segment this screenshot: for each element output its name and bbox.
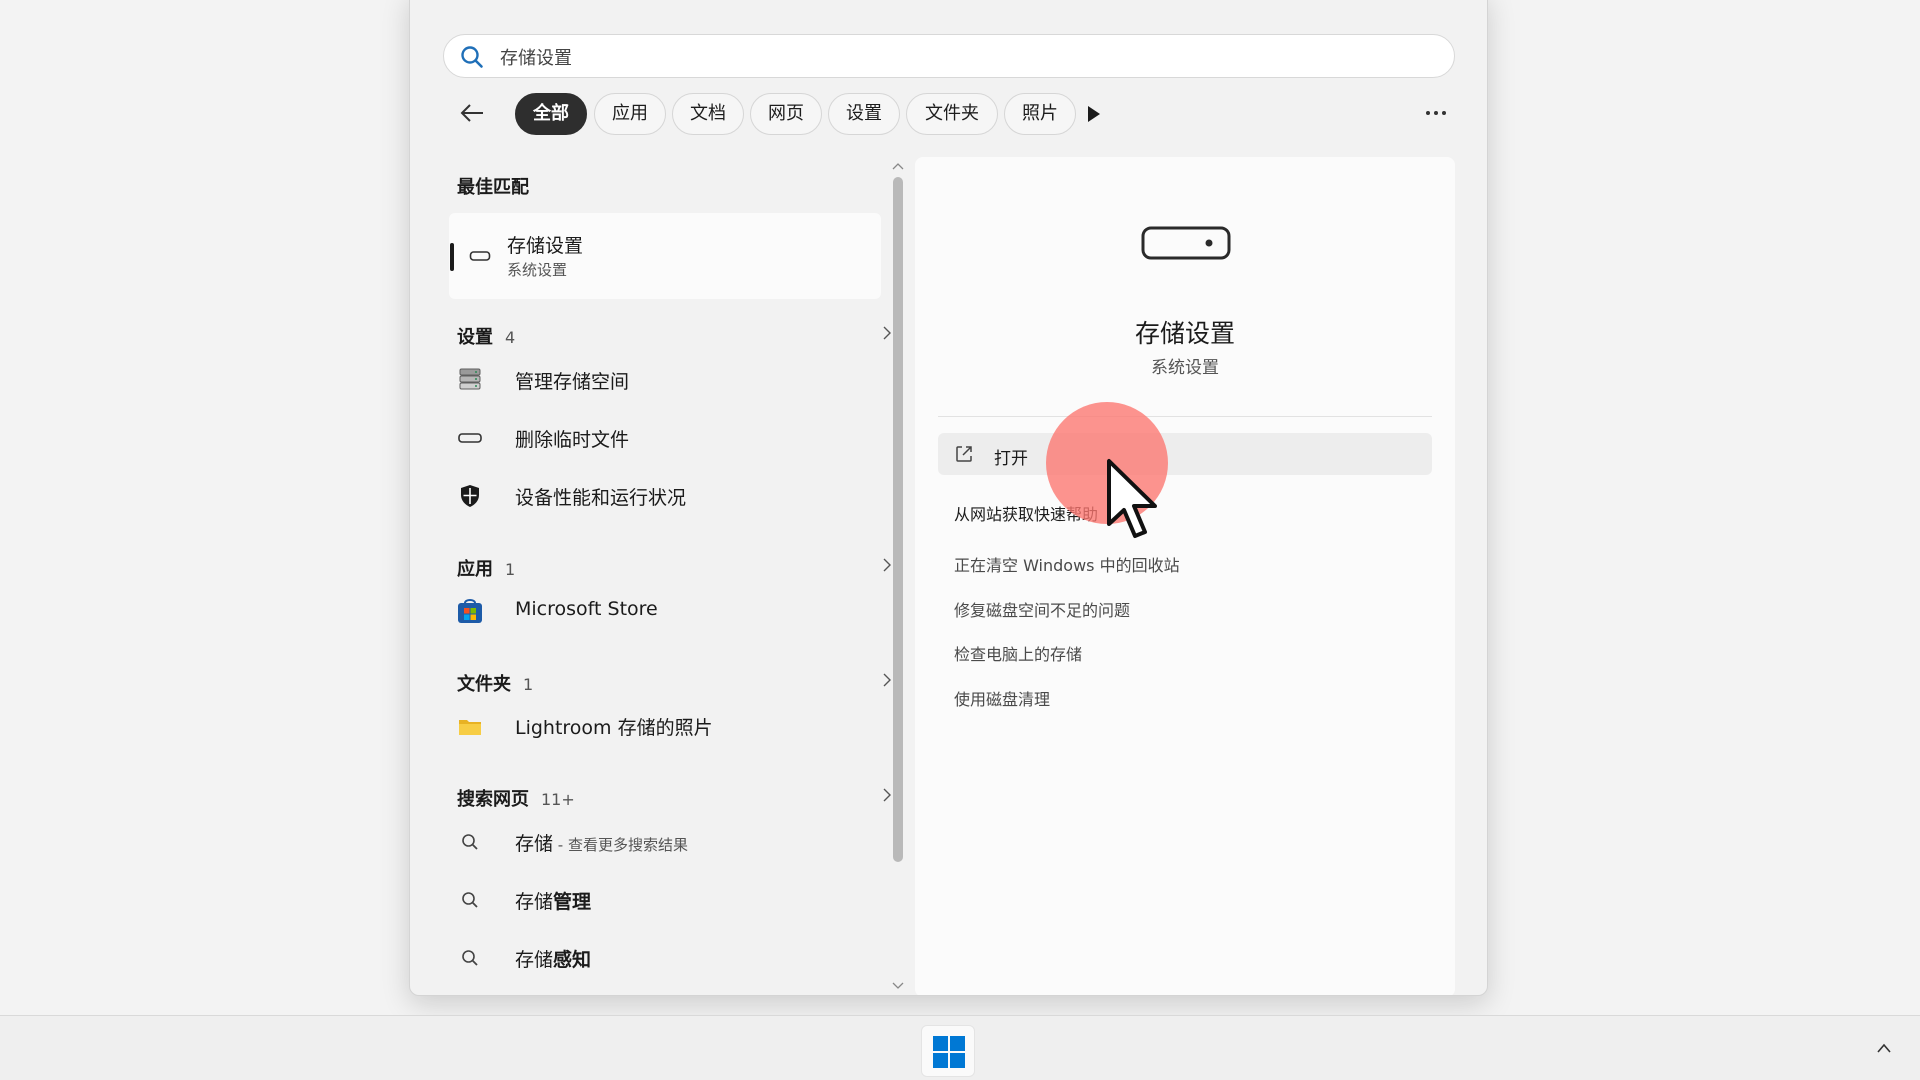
search-panel: 全部 应用 文档 网页 设置 文件夹 照片 最佳匹配 存储设置 系统设置 设置4 [409, 0, 1488, 996]
shield-icon [461, 485, 479, 507]
web-suggestion[interactable]: 存储管理 [456, 876, 881, 924]
list-item-label: 管理存储空间 [515, 371, 630, 393]
open-external-icon [956, 446, 972, 462]
query-text: 存储 [515, 833, 554, 855]
section-header-web[interactable]: 搜索网页 11+ [457, 785, 575, 811]
list-item[interactable]: Lightroom 存储的照片 [456, 702, 881, 750]
section-count: 1 [523, 675, 534, 694]
section-count: 11+ [541, 790, 575, 809]
list-item-label: 删除临时文件 [515, 429, 630, 451]
list-item-label: 设备性能和运行状况 [515, 487, 687, 509]
list-item[interactable]: 设备性能和运行状况 [456, 472, 881, 520]
filter-chip-documents[interactable]: 文档 [672, 93, 744, 135]
section-header-folders[interactable]: 文件夹 1 [457, 670, 533, 696]
preview-title: 存储设置 [1134, 319, 1235, 348]
filter-chip-all[interactable]: 全部 [515, 93, 587, 135]
help-link[interactable]: 正在清空 Windows 中的回收站 [954, 552, 1180, 576]
filter-chip-apps[interactable]: 应用 [594, 93, 666, 135]
start-button[interactable] [921, 1025, 975, 1077]
web-suggestion-label: 存储感知 [515, 945, 591, 972]
more-results-hint: - 查看更多搜索结果 [553, 836, 688, 854]
microsoft-store-icon [458, 599, 482, 623]
query-completion: 管理 [553, 891, 592, 913]
taskbar [0, 1015, 1920, 1080]
section-header-settings[interactable]: 设置 4 [457, 323, 515, 349]
section-count: 4 [505, 328, 516, 347]
scroll-thumb[interactable] [893, 177, 903, 862]
list-item-label: Microsoft Store [515, 598, 658, 620]
best-match-card[interactable]: 存储设置 系统设置 [449, 213, 881, 299]
mouse-pointer-icon [1107, 459, 1157, 538]
results-scrollbar[interactable] [888, 157, 908, 995]
list-item-label: Lightroom 存储的照片 [515, 717, 713, 739]
section-header-apps[interactable]: 应用 1 [457, 555, 515, 581]
web-suggestion-label: 存储 - 查看更多搜索结果 [515, 829, 688, 856]
filter-bar: 全部 应用 文档 网页 设置 文件夹 照片 [456, 90, 1457, 136]
open-label: 打开 [994, 449, 1028, 469]
storage-drive-icon [1141, 226, 1231, 260]
search-icon [462, 950, 478, 966]
section-count: 1 [505, 560, 516, 579]
web-suggestion[interactable]: 存储感知 [456, 934, 881, 982]
section-title: 文件夹 [457, 674, 511, 695]
play-icon[interactable] [1086, 105, 1102, 123]
list-item[interactable]: 删除临时文件 [456, 414, 881, 462]
help-link[interactable]: 检查电脑上的存储 [954, 641, 1082, 665]
scroll-down-icon[interactable] [892, 981, 904, 991]
list-item[interactable]: 管理存储空间 [456, 356, 881, 404]
search-icon [461, 46, 483, 68]
web-suggestion[interactable]: 存储 - 查看更多搜索结果 [456, 818, 881, 866]
query-text: 存储 [515, 949, 554, 971]
query-completion: 感知 [553, 949, 592, 971]
preview-pane: 存储设置 系统设置 打开 从网站获取快速帮助 正在清空 Windows 中的回收… [915, 157, 1455, 995]
open-button[interactable]: 打开 [938, 433, 1432, 475]
chevron-up-icon[interactable] [1876, 1042, 1892, 1054]
best-match-heading: 最佳匹配 [457, 177, 529, 198]
filter-chip-photos[interactable]: 照片 [1004, 93, 1076, 135]
back-arrow-icon[interactable] [456, 97, 488, 129]
storage-stack-icon [459, 368, 481, 390]
storage-drive-icon [458, 433, 482, 443]
help-link[interactable]: 使用磁盘清理 [954, 686, 1050, 710]
windows-logo-icon [933, 1036, 965, 1068]
more-options-icon[interactable] [1425, 104, 1447, 122]
list-item[interactable]: Microsoft Store [456, 587, 881, 635]
results-list: 最佳匹配 存储设置 系统设置 设置 4 管理存储空间 删除临时文件 设备性能和运… [410, 157, 891, 995]
search-box[interactable] [443, 34, 1455, 78]
best-match-title: 存储设置 [507, 235, 584, 257]
scroll-up-icon[interactable] [892, 161, 904, 171]
filter-chip-folders[interactable]: 文件夹 [906, 93, 998, 135]
query-text: 存储 [515, 891, 554, 913]
preview-subtitle: 系统设置 [1151, 358, 1219, 378]
section-title: 应用 [457, 559, 493, 580]
folder-icon [459, 720, 481, 735]
divider [938, 416, 1432, 417]
storage-drive-icon [469, 251, 491, 261]
web-suggestion-label: 存储管理 [515, 887, 591, 914]
selection-indicator [450, 243, 454, 271]
section-title: 搜索网页 [457, 789, 529, 810]
best-match-subtitle: 系统设置 [507, 261, 568, 279]
search-icon [462, 892, 478, 908]
search-input[interactable] [500, 43, 1400, 71]
search-icon [462, 834, 478, 850]
filter-chip-web[interactable]: 网页 [750, 93, 822, 135]
section-title: 设置 [457, 327, 493, 348]
help-link[interactable]: 修复磁盘空间不足的问题 [954, 597, 1130, 621]
filter-chip-settings[interactable]: 设置 [828, 93, 900, 135]
